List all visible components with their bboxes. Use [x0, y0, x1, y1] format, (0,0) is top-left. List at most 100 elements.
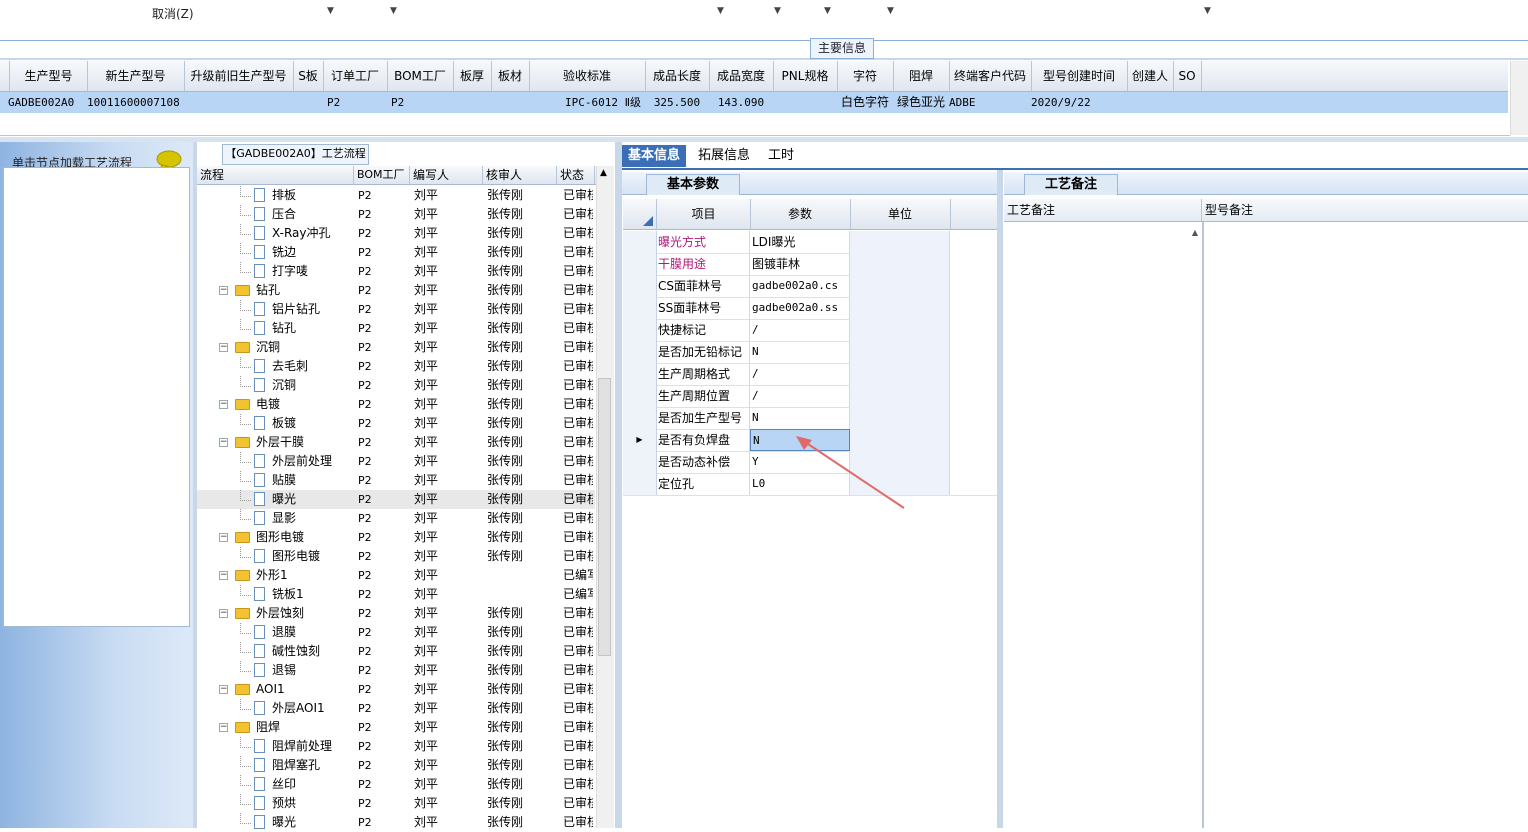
- param-value[interactable]: /: [750, 363, 850, 385]
- tree-node[interactable]: 压合 P2 刘平 张传刚 已审核: [197, 205, 595, 224]
- param-value[interactable]: 图镀菲林: [750, 253, 850, 275]
- table-cell[interactable]: [491, 92, 529, 113]
- column-header[interactable]: 板材: [491, 61, 530, 91]
- row-selector[interactable]: [623, 473, 657, 495]
- tree-node[interactable]: 退膜 P2 刘平 张传刚 已审核: [197, 623, 595, 642]
- param-unit[interactable]: [850, 341, 950, 363]
- column-header[interactable]: BOM工厂: [387, 61, 454, 91]
- table-cell[interactable]: 白色字符: [837, 92, 893, 113]
- column-header[interactable]: 编写人: [410, 166, 483, 184]
- param-row[interactable]: 生产周期位置 /: [623, 385, 997, 408]
- column-header[interactable]: 型号创建时间: [1031, 61, 1128, 91]
- param-value[interactable]: N: [750, 341, 850, 363]
- collapse-icon[interactable]: −: [219, 533, 228, 542]
- param-row[interactable]: SS面菲林号 gadbe002a0.ss: [623, 297, 997, 320]
- param-row[interactable]: 曝光方式 LDI曝光: [623, 231, 997, 254]
- column-header[interactable]: 核审人: [483, 166, 557, 184]
- param-unit[interactable]: [850, 319, 950, 341]
- tree-node[interactable]: − 外层蚀刻 P2 刘平 张传刚 已审核: [197, 604, 595, 623]
- param-unit[interactable]: [850, 275, 950, 297]
- dropdown-arrow-icon[interactable]: ▼: [390, 6, 397, 16]
- column-header[interactable]: 终端客户代码: [949, 61, 1032, 91]
- dropdown-arrow-icon[interactable]: ▼: [774, 6, 781, 16]
- row-selector[interactable]: [623, 297, 657, 319]
- table-cell[interactable]: [1173, 92, 1201, 113]
- column-header[interactable]: PNL规格: [773, 61, 838, 91]
- main-grid-scrollbar[interactable]: [1510, 61, 1528, 135]
- tree-node[interactable]: 碱性蚀刻 P2 刘平 张传刚 已审核: [197, 642, 595, 661]
- column-header[interactable]: 单位: [850, 199, 951, 229]
- table-cell[interactable]: [773, 92, 837, 113]
- tree-node[interactable]: 图形电镀 P2 刘平 张传刚 已审核: [197, 547, 595, 566]
- column-header[interactable]: 订单工厂: [323, 61, 388, 91]
- column-header[interactable]: 创建人: [1127, 61, 1174, 91]
- column-header[interactable]: 项目: [657, 199, 751, 229]
- column-header[interactable]: 验收标准: [529, 61, 646, 91]
- param-value[interactable]: LDI曝光: [750, 231, 850, 253]
- param-row[interactable]: 快捷标记 /: [623, 319, 997, 342]
- table-cell[interactable]: 2020/9/22: [1031, 92, 1127, 113]
- param-value[interactable]: /: [750, 385, 850, 407]
- tree-node[interactable]: 外层AOI1 P2 刘平 张传刚 已审核: [197, 699, 595, 718]
- process-remarks-area[interactable]: ▲: [1004, 222, 1203, 828]
- row-selector[interactable]: [623, 451, 657, 473]
- param-unit[interactable]: [850, 253, 950, 275]
- collapse-icon[interactable]: −: [219, 343, 228, 352]
- column-header[interactable]: 生产型号: [10, 61, 88, 91]
- table-cell[interactable]: [184, 92, 293, 113]
- tree-node[interactable]: − 外层干膜 P2 刘平 张传刚 已审核: [197, 433, 595, 452]
- tree-node[interactable]: 预烘 P2 刘平 张传刚 已审核: [197, 794, 595, 813]
- collapse-icon[interactable]: −: [219, 723, 228, 732]
- dropdown-arrow-icon[interactable]: ▼: [824, 6, 831, 16]
- tree-node[interactable]: 曝光 P2 刘平 张传刚 已审核: [197, 813, 595, 832]
- tree-node[interactable]: − AOI1 P2 刘平 张传刚 已审核: [197, 680, 595, 699]
- tree-node[interactable]: 曝光 P2 刘平 张传刚 已审核: [197, 490, 595, 509]
- collapse-icon[interactable]: −: [219, 438, 228, 447]
- main-info-section-tab[interactable]: 主要信息: [810, 38, 874, 59]
- tree-node[interactable]: 丝印 P2 刘平 张传刚 已审核: [197, 775, 595, 794]
- scroll-up-icon[interactable]: ▲: [600, 168, 607, 178]
- table-cell[interactable]: P2: [387, 92, 453, 113]
- column-header[interactable]: 升级前旧生产型号: [184, 61, 294, 91]
- table-cell[interactable]: 325.500: [645, 92, 709, 113]
- param-row[interactable]: CS面菲林号 gadbe002a0.cs: [623, 275, 997, 298]
- tree-node[interactable]: 铣边 P2 刘平 张传刚 已审核: [197, 243, 595, 262]
- tree-node[interactable]: − 钻孔 P2 刘平 张传刚 已审核: [197, 281, 595, 300]
- row-selector[interactable]: [623, 253, 657, 275]
- param-value[interactable]: gadbe002a0.cs: [750, 275, 850, 297]
- tree-node[interactable]: 贴膜 P2 刘平 张传刚 已审核: [197, 471, 595, 490]
- collapse-icon[interactable]: −: [219, 571, 228, 580]
- param-row[interactable]: 是否加无铅标记 N: [623, 341, 997, 364]
- tree-node[interactable]: 外层前处理 P2 刘平 张传刚 已审核: [197, 452, 595, 471]
- param-row[interactable]: 生产周期格式 /: [623, 363, 997, 386]
- collapse-icon[interactable]: −: [219, 609, 228, 618]
- tab-extended-info[interactable]: 拓展信息: [692, 145, 756, 167]
- param-value[interactable]: N: [750, 407, 850, 429]
- row-selector[interactable]: [623, 319, 657, 341]
- table-cell[interactable]: P2: [323, 92, 387, 113]
- column-header[interactable]: 流程: [197, 166, 354, 184]
- tree-node[interactable]: 退锡 P2 刘平 张传刚 已审核: [197, 661, 595, 680]
- tree-node[interactable]: 打字唛 P2 刘平 张传刚 已审核: [197, 262, 595, 281]
- collapse-icon[interactable]: −: [219, 286, 228, 295]
- param-unit[interactable]: [850, 231, 950, 253]
- table-cell[interactable]: 143.090: [709, 92, 773, 113]
- splitter-vertical[interactable]: [615, 142, 622, 828]
- param-unit[interactable]: [850, 385, 950, 407]
- dropdown-arrow-icon[interactable]: ▼: [717, 6, 724, 16]
- row-selector[interactable]: [623, 231, 657, 253]
- column-header[interactable]: 状态: [557, 166, 595, 184]
- table-cell[interactable]: 绿色亚光: [893, 92, 949, 113]
- column-header[interactable]: S板: [293, 61, 324, 91]
- row-selector[interactable]: [623, 363, 657, 385]
- current-row-indicator-icon[interactable]: ▶: [623, 429, 657, 451]
- column-header[interactable]: 新生产型号: [87, 61, 185, 91]
- collapse-icon[interactable]: −: [219, 400, 228, 409]
- param-row[interactable]: 干膜用途 图镀菲林: [623, 253, 997, 276]
- tree-node[interactable]: 显影 P2 刘平 张传刚 已审核: [197, 509, 595, 528]
- tab-work-hours[interactable]: 工时: [762, 145, 800, 167]
- param-unit[interactable]: [850, 407, 950, 429]
- dropdown-arrow-icon[interactable]: ▼: [887, 6, 894, 16]
- column-header[interactable]: 参数: [750, 199, 851, 229]
- table-cell[interactable]: [453, 92, 491, 113]
